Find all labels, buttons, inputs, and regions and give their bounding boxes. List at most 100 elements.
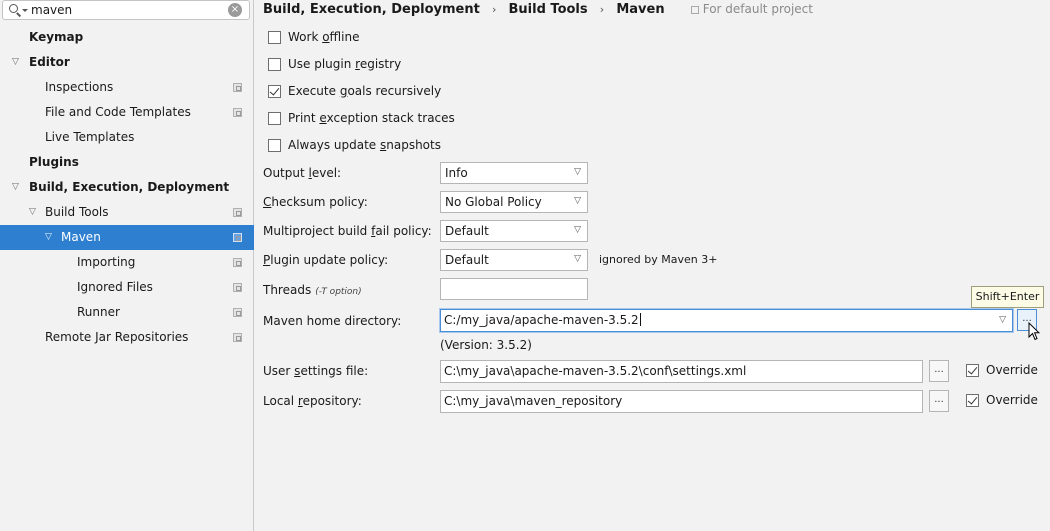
project-scope-icon <box>233 283 242 292</box>
breadcrumb: Build, Execution, Deployment › Build Too… <box>263 0 813 18</box>
sidebar-item-label: Inspections <box>45 80 114 94</box>
local-repository-override-checkbox[interactable]: Override <box>966 390 1038 410</box>
scope-note: For default project <box>690 2 813 16</box>
threads-input[interactable] <box>440 278 588 300</box>
search-icon[interactable] <box>9 4 18 13</box>
sidebar-item-plugins[interactable]: Plugins <box>0 150 254 175</box>
chevron-down-icon[interactable]: ▽ <box>574 225 581 235</box>
settings-search[interactable]: × <box>2 0 250 20</box>
breadcrumb-item: Build Tools <box>508 2 588 17</box>
checkbox-label: Always update snapshots <box>288 138 441 152</box>
sidebar-item-ignored-files[interactable]: Ignored Files <box>0 275 254 300</box>
user-settings-file-label: User settings file: <box>263 364 369 378</box>
project-scope-icon <box>233 308 242 317</box>
maven-home-directory-label: Maven home directory: <box>263 314 402 328</box>
sidebar-item-label: Importing <box>77 255 136 269</box>
checkbox-box[interactable] <box>966 393 979 407</box>
sidebar-item-build-tools[interactable]: ▽ Build Tools <box>0 200 254 225</box>
user-settings-override-checkbox[interactable]: Override <box>966 360 1038 380</box>
checkbox-box[interactable] <box>268 30 281 44</box>
execute-goals-recursively-checkbox[interactable]: Execute goals recursively <box>268 81 441 101</box>
checksum-policy-select[interactable]: No Global Policy ▽ <box>440 191 588 213</box>
checkbox-box[interactable] <box>268 138 281 152</box>
input-value: C:\my_java\apache-maven-3.5.2\conf\setti… <box>444 364 747 378</box>
search-history-dropdown-icon[interactable] <box>22 9 28 12</box>
select-value: Info <box>445 166 468 180</box>
sidebar-item-file-and-code-templates[interactable]: File and Code Templates <box>0 100 254 125</box>
project-scope-icon <box>233 208 242 217</box>
breadcrumb-item: Build, Execution, Deployment <box>263 2 480 17</box>
project-scope-icon <box>233 258 242 267</box>
checkbox-box[interactable] <box>966 363 979 377</box>
user-settings-file-input[interactable]: C:\my_java\apache-maven-3.5.2\conf\setti… <box>440 360 923 383</box>
threads-label: Threads (-T option) <box>263 283 362 297</box>
project-scope-icon <box>233 333 242 342</box>
chevron-down-icon[interactable]: ▽ <box>999 315 1006 325</box>
chevron-down-icon[interactable]: ▽ <box>45 225 52 250</box>
sidebar-item-live-templates[interactable]: Live Templates <box>0 125 254 150</box>
threads-hint: (-T option) <box>315 287 362 297</box>
use-plugin-registry-checkbox[interactable]: Use plugin registry <box>268 54 401 74</box>
multiproject-fail-policy-select[interactable]: Default ▽ <box>440 220 588 242</box>
chevron-down-icon[interactable]: ▽ <box>29 200 36 225</box>
select-value: No Global Policy <box>445 195 542 209</box>
clear-search-icon[interactable]: × <box>228 3 242 17</box>
select-value: Default <box>445 224 489 238</box>
sidebar-item-importing[interactable]: Importing <box>0 250 254 275</box>
sidebar-item-label: Keymap <box>29 30 84 44</box>
settings-sidebar: × Keymap ▽ Editor Inspections File and C… <box>0 0 254 531</box>
maven-home-directory-combo[interactable]: C:/my_java/apache-maven-3.5.2 ▽ <box>440 309 1013 332</box>
sidebar-item-editor[interactable]: ▽ Editor <box>0 50 254 75</box>
sidebar-item-label: Build Tools <box>45 205 109 219</box>
chevron-down-icon[interactable]: ▽ <box>12 50 19 75</box>
work-offline-checkbox[interactable]: Work offline <box>268 27 359 47</box>
input-value: C:\my_java\maven_repository <box>444 394 623 408</box>
sidebar-item-label: Live Templates <box>45 130 135 144</box>
always-update-snapshots-checkbox[interactable]: Always update snapshots <box>268 135 441 155</box>
sidebar-item-label: File and Code Templates <box>45 105 191 119</box>
sidebar-item-label: Plugins <box>29 155 79 169</box>
output-level-label: Output level: <box>263 166 342 180</box>
checkbox-label: Print exception stack traces <box>288 111 455 125</box>
chevron-down-icon[interactable]: ▽ <box>574 254 581 264</box>
project-scope-icon <box>233 233 242 242</box>
sidebar-item-keymap[interactable]: Keymap <box>0 25 254 50</box>
sidebar-item-label: Editor <box>29 55 70 69</box>
plugin-update-policy-select[interactable]: Default ▽ <box>440 249 588 271</box>
local-repository-input[interactable]: C:\my_java\maven_repository <box>440 390 923 413</box>
print-exception-stack-traces-checkbox[interactable]: Print exception stack traces <box>268 108 455 128</box>
checkbox-box[interactable] <box>268 57 281 71</box>
user-settings-browse-button[interactable]: ... <box>929 360 949 382</box>
sidebar-item-runner[interactable]: Runner <box>0 300 254 325</box>
checkbox-label: Override <box>986 363 1038 377</box>
multiproject-fail-policy-label: Multiproject build fail policy: <box>263 224 432 238</box>
checkbox-label: Override <box>986 393 1038 407</box>
plugin-update-note: ignored by Maven 3+ <box>599 253 718 266</box>
combo-value[interactable]: C:/my_java/apache-maven-3.5.2 <box>444 310 641 331</box>
checksum-policy-label: Checksum policy: <box>263 195 368 209</box>
sidebar-item-build-execution-deployment[interactable]: ▽ Build, Execution, Deployment <box>0 175 254 200</box>
project-scope-icon <box>233 108 242 117</box>
sidebar-item-label: Ignored Files <box>77 280 153 294</box>
checkbox-label: Use plugin registry <box>288 57 402 71</box>
local-repository-label: Local repository: <box>263 394 362 408</box>
breadcrumb-separator: › <box>491 3 497 16</box>
plugin-update-policy-label: Plugin update policy: <box>263 253 389 267</box>
chevron-down-icon[interactable]: ▽ <box>574 196 581 206</box>
project-scope-icon <box>233 83 242 92</box>
breadcrumb-separator: › <box>599 3 605 16</box>
scope-note-text: For default project <box>702 2 813 16</box>
sidebar-item-remote-jar-repositories[interactable]: Remote Jar Repositories <box>0 325 254 350</box>
local-repository-browse-button[interactable]: ... <box>929 390 949 412</box>
search-input[interactable] <box>31 2 221 18</box>
checkbox-box[interactable] <box>268 84 281 98</box>
sidebar-item-label: Maven <box>61 230 101 244</box>
text-cursor <box>639 313 641 326</box>
chevron-down-icon[interactable]: ▽ <box>574 167 581 177</box>
select-value: Default <box>445 253 489 267</box>
checkbox-box[interactable] <box>268 111 281 125</box>
sidebar-item-maven[interactable]: ▽ Maven <box>0 225 254 250</box>
chevron-down-icon[interactable]: ▽ <box>12 175 19 200</box>
output-level-select[interactable]: Info ▽ <box>440 162 588 184</box>
sidebar-item-inspections[interactable]: Inspections <box>0 75 254 100</box>
